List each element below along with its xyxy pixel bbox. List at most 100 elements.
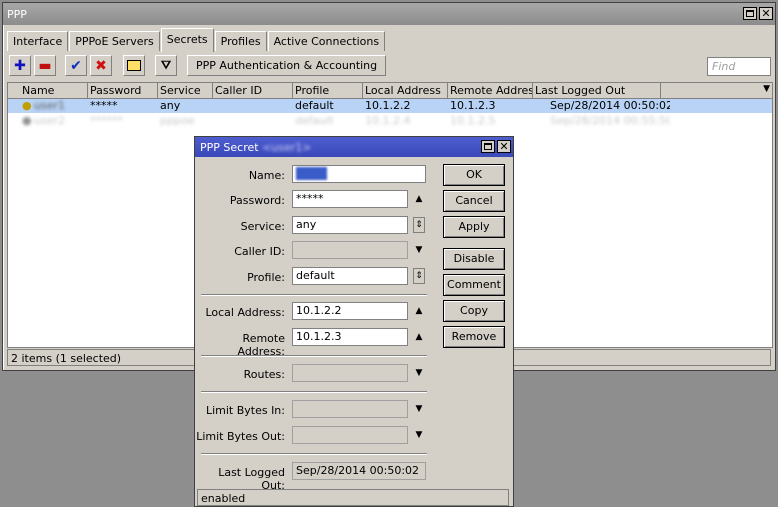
limit-bytes-out-field[interactable]: [292, 426, 408, 444]
routes-field[interactable]: [292, 364, 408, 382]
tab-secrets[interactable]: Secrets: [160, 28, 214, 52]
filter-icon: ⛛: [160, 58, 172, 72]
x-icon: ✖: [95, 57, 107, 74]
limit-bytes-in-label: Limit Bytes In:: [205, 404, 285, 417]
cell-name: user2: [34, 114, 65, 127]
password-up-arrow-icon[interactable]: ▲: [413, 191, 425, 207]
service-label: Service:: [240, 220, 285, 233]
remote-address-up-arrow-icon[interactable]: ▲: [413, 329, 425, 345]
cell-local-address: 10.1.2.2: [365, 99, 411, 112]
find-input[interactable]: Find: [707, 57, 771, 76]
columns-dropdown-icon[interactable]: ▼: [763, 84, 770, 94]
service-dropdown-icon[interactable]: ⇕: [413, 217, 425, 233]
cell-remote-address: 10.1.2.3: [450, 99, 496, 112]
remove-button[interactable]: ▬: [34, 55, 56, 76]
cell-service: any: [160, 99, 181, 112]
col-password[interactable]: Password: [88, 83, 158, 98]
user-icon: ●: [22, 99, 32, 112]
filter-button[interactable]: ⛛: [155, 55, 177, 76]
routes-down-arrow-icon[interactable]: ▼: [413, 365, 425, 381]
check-icon: ✔: [70, 57, 82, 74]
ok-button[interactable]: OK: [443, 164, 505, 186]
tab-profiles[interactable]: Profiles: [214, 31, 267, 51]
local-address-up-arrow-icon[interactable]: ▲: [413, 303, 425, 319]
service-select[interactable]: any: [292, 216, 408, 234]
table-header: Name Password Service Caller ID Profile …: [8, 83, 772, 99]
profile-dropdown-icon[interactable]: ⇕: [413, 268, 425, 284]
local-address-field[interactable]: 10.1.2.2: [292, 302, 408, 320]
col-caller-id[interactable]: Caller ID: [213, 83, 293, 98]
table-row[interactable]: ● user2 ****** pppoe default 10.1.2.4 10…: [8, 114, 772, 128]
enable-button[interactable]: ✔: [65, 55, 87, 76]
col-remote-address[interactable]: Remote Address: [448, 83, 533, 98]
last-logged-out-field: Sep/28/2014 00:50:02: [292, 462, 426, 480]
copy-button[interactable]: Copy: [443, 300, 505, 322]
disable-button[interactable]: ✖: [90, 55, 112, 76]
name-label: Name:: [248, 169, 285, 182]
dialog-maximize-button[interactable]: [481, 140, 495, 153]
tab-pppoe-servers[interactable]: PPPoE Servers: [69, 31, 160, 51]
password-field[interactable]: *****: [292, 190, 408, 208]
dialog-title: PPP Secret <user1>: [200, 141, 312, 154]
ppp-secret-dialog: PPP Secret <user1> ✕ Name: user1 Passwor…: [194, 136, 514, 507]
separator: [201, 391, 427, 393]
separator: [201, 355, 427, 357]
limit-bytes-out-down-arrow-icon[interactable]: ▼: [413, 427, 425, 443]
plus-icon: ✚: [14, 57, 26, 74]
col-name[interactable]: Name: [8, 83, 88, 98]
limit-bytes-in-down-arrow-icon[interactable]: ▼: [413, 401, 425, 417]
comment-button[interactable]: [123, 55, 145, 76]
cancel-button[interactable]: Cancel: [443, 190, 505, 212]
maximize-button[interactable]: [743, 7, 757, 20]
comment-secret-button[interactable]: Comment: [443, 274, 505, 296]
user-icon: ●: [22, 114, 32, 127]
cell-last-logged-out: Sep/28/2014 00:50:02: [550, 99, 670, 112]
tab-active-connections[interactable]: Active Connections: [267, 31, 386, 51]
remove-secret-button[interactable]: Remove: [443, 326, 505, 348]
profile-select[interactable]: default: [292, 267, 408, 285]
table-row[interactable]: ● user1 ***** any default 10.1.2.2 10.1.…: [8, 99, 772, 113]
dialog-title-name: <user1>: [262, 141, 312, 154]
local-address-label: Local Address:: [205, 306, 285, 319]
toolbar: ✚ ▬ ✔ ✖ ⛛ PPP Authentication & Accountin…: [7, 55, 771, 81]
name-value: user1: [296, 167, 327, 180]
separator: [201, 294, 427, 296]
cell-password: ******: [90, 114, 123, 127]
separator: [201, 453, 427, 455]
apply-button[interactable]: Apply: [443, 216, 505, 238]
window-title: PPP: [7, 8, 27, 21]
routes-label: Routes:: [243, 368, 285, 381]
col-last-logged-out[interactable]: Last Logged Out: [533, 83, 661, 98]
col-service[interactable]: Service: [158, 83, 213, 98]
col-local-address[interactable]: Local Address: [363, 83, 448, 98]
tab-interface[interactable]: Interface: [7, 31, 69, 51]
profile-label: Profile:: [247, 271, 285, 284]
limit-bytes-in-field[interactable]: [292, 400, 408, 418]
caller-id-label: Caller ID:: [234, 245, 285, 258]
comment-icon: [127, 60, 141, 71]
cell-profile: default: [295, 114, 334, 127]
cell-local-address: 10.1.2.4: [365, 114, 411, 127]
col-profile[interactable]: Profile: [293, 83, 363, 98]
ppp-auth-accounting-button[interactable]: PPP Authentication & Accounting: [187, 55, 387, 76]
ppp-titlebar[interactable]: PPP ✕: [3, 3, 775, 25]
limit-bytes-out-label: Limit Bytes Out:: [196, 430, 285, 443]
cell-service: pppoe: [160, 114, 195, 127]
cell-name: user1: [34, 99, 65, 112]
name-field[interactable]: user1: [292, 165, 426, 183]
password-label: Password:: [229, 194, 285, 207]
disable-secret-button[interactable]: Disable: [443, 248, 505, 270]
cell-remote-address: 10.1.2.5: [450, 114, 496, 127]
dialog-close-button[interactable]: ✕: [497, 140, 511, 153]
dialog-status-bar: enabled: [197, 489, 509, 506]
tab-strip: Interface PPPoE Servers Secrets Profiles…: [7, 28, 386, 52]
add-button[interactable]: ✚: [9, 55, 31, 76]
minus-icon: ▬: [38, 57, 52, 74]
cell-profile: default: [295, 99, 334, 112]
caller-id-down-arrow-icon[interactable]: ▼: [413, 242, 425, 258]
remote-address-field[interactable]: 10.1.2.3: [292, 328, 408, 346]
dialog-titlebar[interactable]: PPP Secret <user1> ✕: [195, 137, 513, 157]
caller-id-field[interactable]: [292, 241, 408, 259]
close-button[interactable]: ✕: [759, 7, 773, 20]
cell-password: *****: [90, 99, 118, 112]
